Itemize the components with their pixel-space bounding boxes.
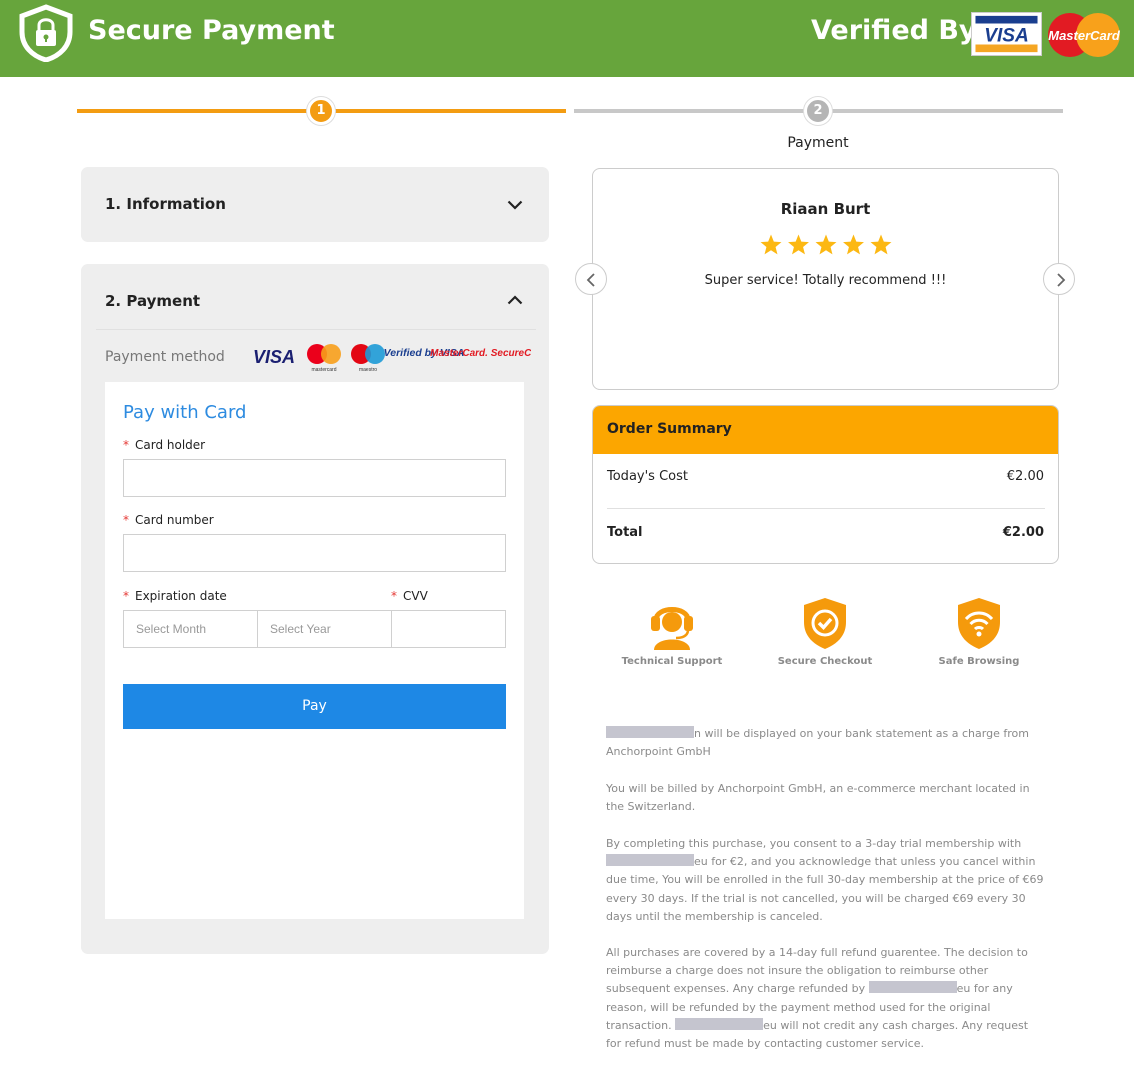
star-icon [815, 234, 837, 255]
star-icon [788, 234, 809, 255]
support-headset-icon [651, 607, 693, 650]
payment-method-logos: VISA mastercard maestro Verified by VISA… [253, 344, 531, 373]
legal-paragraph-2: You will be billed by Anchorpoint GmbH, … [606, 782, 1030, 814]
cvv-label-text: CVV [403, 589, 428, 603]
carousel-next-button[interactable] [1043, 263, 1075, 295]
maestro-method-logo: maestro [351, 344, 385, 373]
card-form: Pay with Card * Card holder * Card number … [105, 382, 524, 919]
card-holder-label-text: Card holder [135, 438, 206, 452]
wifi-shield-icon [958, 598, 1000, 649]
carousel-prev-button[interactable] [575, 263, 607, 295]
month-select[interactable]: Select Month [123, 610, 258, 648]
svg-text:mastercard: mastercard [311, 367, 336, 373]
cvv-label: * CVV [391, 589, 428, 603]
legal-paragraph-4: All purchases are covered by a 14-day fu… [606, 944, 1046, 1053]
chevron-right-icon [1057, 273, 1066, 287]
technical-support-label: Technical Support [621, 656, 723, 667]
mastercard-logo-text: MasterCard [1048, 28, 1121, 43]
chevron-down-icon[interactable] [507, 200, 523, 210]
card-number-label: * Card number [123, 513, 214, 527]
chevron-up-icon[interactable] [507, 295, 523, 305]
reviewer-name: Riaan Burt [780, 200, 871, 218]
mastercard-method-logo: mastercard [307, 344, 341, 373]
payment-section: 2. Payment Payment method VISA mastercar… [81, 264, 549, 954]
todays-cost-value: €2.00 [1006, 469, 1044, 484]
order-summary-title: Order Summary [607, 421, 732, 437]
chevron-left-icon [586, 273, 595, 287]
safe-browsing-label: Safe Browsing [938, 656, 1020, 667]
payment-title: 2. Payment [105, 292, 201, 310]
star-icon [870, 234, 892, 255]
summary-divider [607, 508, 1045, 509]
legal-p3-head: By completing this purchase, you consent… [606, 837, 1022, 850]
total-label: Total [607, 525, 643, 540]
verified-by-label: Verified By [811, 15, 977, 46]
card-holder-input[interactable] [123, 459, 506, 497]
visa-method-logo: VISA [253, 347, 295, 367]
required-mark: * [123, 513, 129, 527]
cvv-input[interactable] [391, 610, 506, 648]
payment-method-label: Payment method [105, 349, 225, 365]
review-text: Super service! Totally recommend !!! [704, 273, 947, 288]
visa-logo-icon: VISA [971, 12, 1042, 56]
required-mark: * [123, 589, 129, 603]
page-title: Secure Payment [88, 15, 335, 46]
shield-lock-icon [19, 4, 73, 62]
card-form-title: Pay with Card [123, 402, 247, 423]
todays-cost-label: Today's Cost [607, 469, 688, 484]
order-summary: Order Summary Today's Cost €2.00 Total €… [592, 405, 1059, 564]
expiration-date-label: * Expiration date [123, 589, 227, 603]
visa-logo-text: VISA [984, 26, 1029, 47]
mastercard-logo-icon: MasterCard [1048, 13, 1121, 57]
star-rating [760, 234, 892, 255]
step-1-circle[interactable]: 1 [307, 97, 335, 125]
redacted-text [675, 1017, 764, 1030]
section-divider [96, 329, 536, 330]
redacted-text [606, 726, 694, 738]
order-summary-header: Order Summary [593, 406, 1058, 454]
review-card: Riaan Burt Super service! Totally recomm… [592, 168, 1059, 390]
required-mark: * [391, 589, 397, 603]
star-icon [843, 234, 864, 255]
step-2-label: Payment [787, 135, 849, 151]
svg-text:maestro: maestro [359, 367, 377, 373]
card-number-input[interactable] [123, 534, 506, 572]
pay-button[interactable]: Pay [123, 684, 506, 729]
expiration-label-text: Expiration date [135, 589, 227, 603]
information-title: 1. Information [105, 195, 226, 213]
year-select[interactable]: Select Year [257, 610, 392, 648]
required-mark: * [123, 438, 129, 452]
redacted-text [606, 854, 694, 867]
total-value: €2.00 [1002, 525, 1044, 540]
legal-paragraph-1: n will be displayed on your bank stateme… [606, 725, 1046, 761]
header-bar: Secure Payment Verified By VISA MasterCa… [0, 0, 1134, 77]
star-icon [760, 234, 782, 255]
card-holder-label: * Card holder [123, 438, 205, 452]
card-number-label-text: Card number [135, 513, 214, 527]
secure-checkout-label: Secure Checkout [777, 656, 873, 667]
step-2-circle[interactable]: 2 [804, 97, 832, 125]
mastercard-securecode-logo: MasterCard. SecureCode. [430, 348, 531, 359]
shield-check-icon [804, 598, 846, 649]
legal-paragraph-3: By completing this purchase, you consent… [606, 835, 1046, 926]
redacted-text [868, 981, 957, 994]
information-section[interactable]: 1. Information [81, 167, 549, 242]
